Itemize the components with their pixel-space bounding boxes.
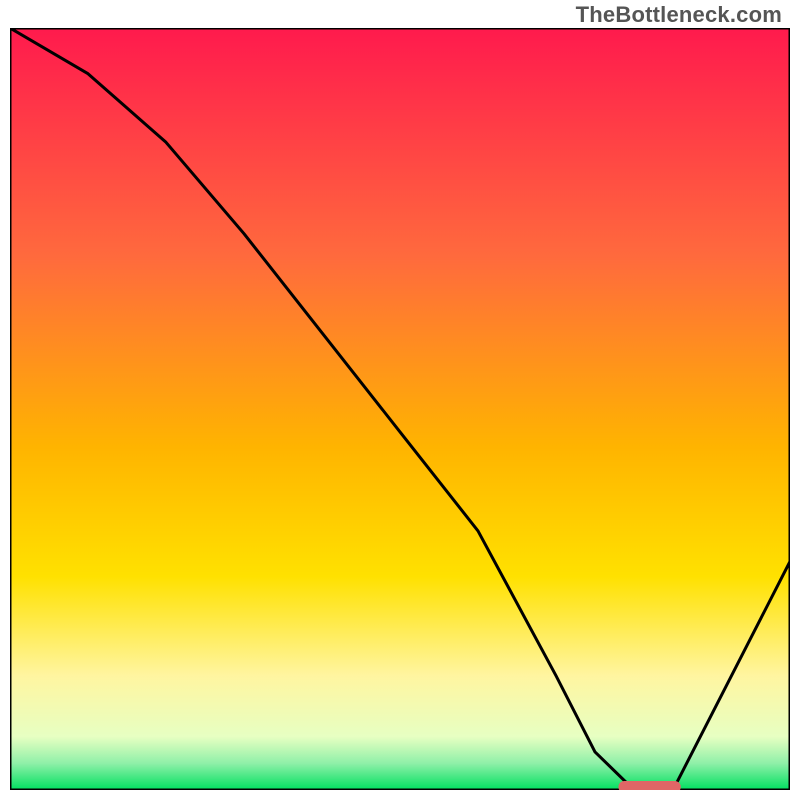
chart-container: TheBottleneck.com: [0, 0, 800, 800]
bottleneck-chart: [10, 28, 790, 790]
watermark-text: TheBottleneck.com: [576, 2, 782, 28]
chart-background: [10, 28, 790, 790]
optimal-range-marker: [618, 781, 680, 790]
